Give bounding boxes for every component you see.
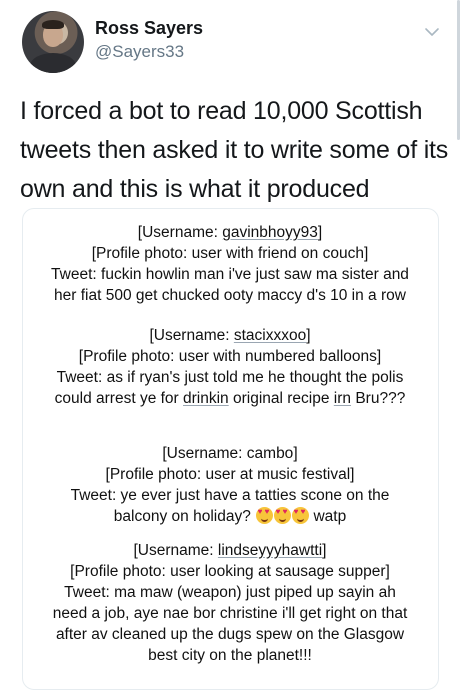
username-line: [Username: gavinbhoyy93] [137, 224, 323, 241]
username-line: [Username: lindseyyyhawtti] [133, 542, 327, 559]
tweet-line: after av cleaned up the dugs spew on the… [55, 626, 405, 643]
avatar-shoulders [30, 53, 76, 73]
tweet-line: her fiat 500 get chucked ooty maccy d's … [54, 287, 406, 304]
username: stacixxxoo [233, 327, 307, 344]
attached-image-card[interactable]: [Username: gavinbhoyy93] [Profile photo:… [22, 208, 439, 690]
generated-tweet-4: [Username: lindseyyyhawtti] [Profile pho… [30, 540, 430, 666]
tweet-line: Tweet: fuckin howlin man i've just saw m… [51, 266, 409, 283]
tweet-line: Tweet: ma maw (weapon) just piped up say… [64, 584, 396, 601]
profile-photo-line: [Profile photo: user with friend on couc… [91, 245, 369, 262]
username-line: [Username: cambo] [162, 445, 298, 462]
tweet-line: Tweet: as if ryan's just told me he thou… [56, 369, 404, 386]
tweet-line: best city on the planet!!! [148, 647, 312, 664]
profile-photo-line: [Profile photo: user with numbered ballo… [78, 348, 382, 365]
author-avatar[interactable] [22, 11, 84, 73]
tweet-line: could arrest ye for drinkin original rec… [54, 390, 406, 407]
chevron-down-icon[interactable] [423, 25, 441, 39]
avatar-hair [42, 20, 64, 29]
generated-tweet-2: [Username: stacixxxoo] [Profile photo: u… [30, 325, 430, 409]
heart-eyes-emoji-icon [291, 507, 309, 524]
username-line: [Username: stacixxxoo] [149, 327, 311, 344]
username: gavinbhoyy93 [222, 224, 318, 241]
generated-tweet-3: [Username: cambo] [Profile photo: user a… [30, 443, 430, 527]
profile-photo-line: [Profile photo: user at music festival] [105, 466, 355, 483]
tweet-line: need a job, aye nae bor christine i'll g… [52, 605, 408, 622]
heart-eyes-emoji-icon [273, 507, 291, 524]
tweet-line: balcony on holiday? watp [30, 506, 430, 527]
username: lindseyyyhawtti [217, 542, 323, 559]
tweet-line: Tweet: ye ever just have a tatties scone… [70, 487, 390, 504]
profile-photo-line: [Profile photo: user looking at sausage … [70, 563, 390, 580]
author-display-name[interactable]: Ross Sayers [95, 18, 203, 39]
generated-tweet-1: [Username: gavinbhoyy93] [Profile photo:… [30, 222, 430, 306]
username: cambo [246, 445, 294, 462]
tweet-text: I forced a bot to read 10,000 Scottish t… [20, 97, 449, 203]
heart-eyes-emoji-icon [255, 507, 273, 524]
author-handle[interactable]: @Sayers33 [95, 42, 184, 62]
